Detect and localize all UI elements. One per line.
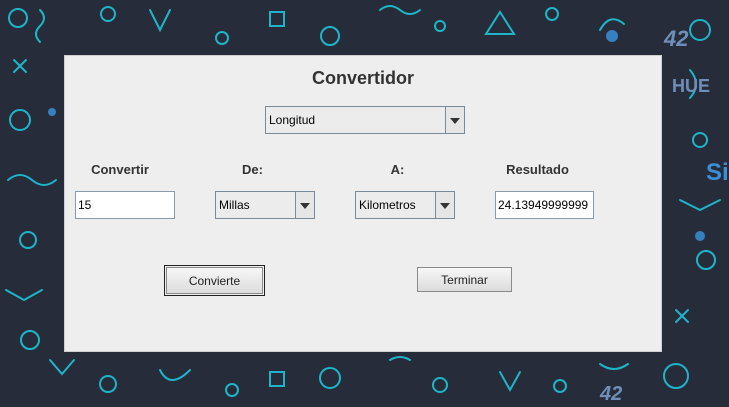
to-unit-label: A: <box>390 162 405 177</box>
window-title: Convertidor <box>311 68 414 88</box>
exit-button[interactable]: Terminar <box>417 267 512 292</box>
chevron-down-icon[interactable] <box>435 192 454 218</box>
wallpaper-hue-text: HUE <box>672 76 710 96</box>
chevron-down-icon[interactable] <box>295 192 314 218</box>
result-output-field[interactable] <box>495 191 594 219</box>
chevron-down-icon[interactable] <box>445 107 464 133</box>
from-unit-dropdown[interactable]: Millas <box>215 191 315 219</box>
convertir-label: Convertir <box>91 162 149 177</box>
convert-button[interactable]: Convierte <box>164 265 265 296</box>
to-unit-dropdown-value: Kilometros <box>359 198 416 212</box>
magnitude-dropdown-value: Longitud <box>269 113 316 127</box>
from-unit-label: De: <box>242 162 263 177</box>
convert-value-input[interactable] <box>75 191 175 219</box>
magnitude-dropdown[interactable]: Longitud <box>265 106 465 134</box>
result-label: Resultado <box>506 162 569 177</box>
wallpaper-si-text: Si <box>706 159 729 186</box>
wallpaper-42-text: 42 <box>663 26 689 51</box>
wallpaper-42-bottom-text: 42 <box>599 383 622 405</box>
to-unit-dropdown[interactable]: Kilometros <box>355 191 455 219</box>
from-unit-dropdown-value: Millas <box>219 198 250 212</box>
converter-window: Convertidor Longitud Convertir De: A: Re… <box>64 55 662 352</box>
